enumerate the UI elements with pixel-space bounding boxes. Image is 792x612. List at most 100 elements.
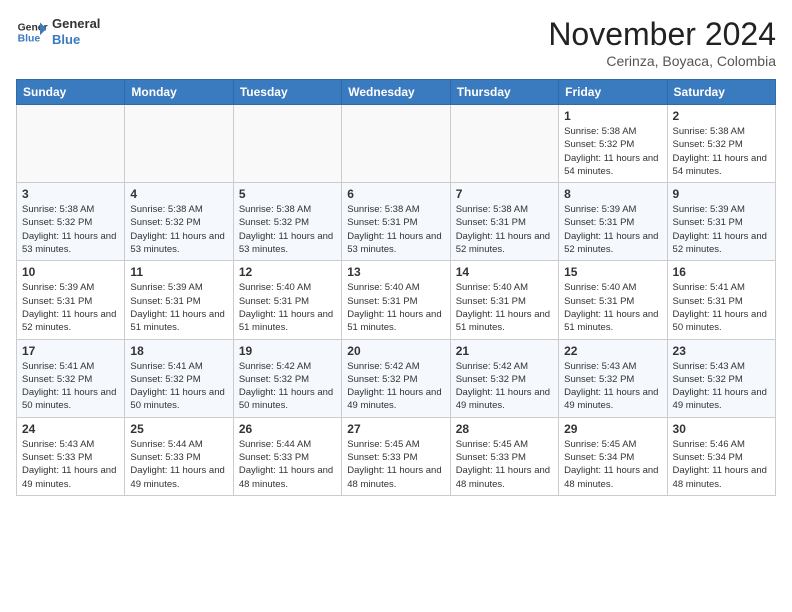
title-block: November 2024 Cerinza, Boyaca, Colombia [548,16,776,69]
day-info: Sunrise: 5:38 AM Sunset: 5:32 PM Dayligh… [130,203,227,256]
week-row-5: 24 Sunrise: 5:43 AM Sunset: 5:33 PM Dayl… [17,417,776,495]
weekday-header-monday: Monday [125,80,233,105]
day-number: 19 [239,344,336,358]
calendar-cell: 24 Sunrise: 5:43 AM Sunset: 5:33 PM Dayl… [17,417,125,495]
calendar-cell: 10 Sunrise: 5:39 AM Sunset: 5:31 PM Dayl… [17,261,125,339]
calendar-cell: 2 Sunrise: 5:38 AM Sunset: 5:32 PM Dayli… [667,105,775,183]
calendar-cell: 29 Sunrise: 5:45 AM Sunset: 5:34 PM Dayl… [559,417,667,495]
day-info: Sunrise: 5:44 AM Sunset: 5:33 PM Dayligh… [239,438,336,491]
day-number: 21 [456,344,553,358]
day-info: Sunrise: 5:38 AM Sunset: 5:31 PM Dayligh… [456,203,553,256]
day-number: 15 [564,265,661,279]
weekday-header-friday: Friday [559,80,667,105]
day-info: Sunrise: 5:42 AM Sunset: 5:32 PM Dayligh… [347,360,444,413]
day-number: 26 [239,422,336,436]
weekday-header-wednesday: Wednesday [342,80,450,105]
calendar-cell [17,105,125,183]
day-info: Sunrise: 5:41 AM Sunset: 5:32 PM Dayligh… [130,360,227,413]
calendar-cell [450,105,558,183]
day-number: 10 [22,265,119,279]
calendar-header: SundayMondayTuesdayWednesdayThursdayFrid… [17,80,776,105]
day-info: Sunrise: 5:42 AM Sunset: 5:32 PM Dayligh… [456,360,553,413]
calendar-cell: 18 Sunrise: 5:41 AM Sunset: 5:32 PM Dayl… [125,339,233,417]
day-info: Sunrise: 5:40 AM Sunset: 5:31 PM Dayligh… [239,281,336,334]
calendar-cell: 15 Sunrise: 5:40 AM Sunset: 5:31 PM Dayl… [559,261,667,339]
day-info: Sunrise: 5:39 AM Sunset: 5:31 PM Dayligh… [564,203,661,256]
weekday-header-tuesday: Tuesday [233,80,341,105]
logo-icon: General Blue [16,16,48,48]
calendar-cell [233,105,341,183]
calendar-cell: 6 Sunrise: 5:38 AM Sunset: 5:31 PM Dayli… [342,183,450,261]
day-info: Sunrise: 5:41 AM Sunset: 5:31 PM Dayligh… [673,281,770,334]
calendar-cell: 17 Sunrise: 5:41 AM Sunset: 5:32 PM Dayl… [17,339,125,417]
calendar-cell: 30 Sunrise: 5:46 AM Sunset: 5:34 PM Dayl… [667,417,775,495]
calendar-cell: 11 Sunrise: 5:39 AM Sunset: 5:31 PM Dayl… [125,261,233,339]
day-number: 4 [130,187,227,201]
calendar-cell: 26 Sunrise: 5:44 AM Sunset: 5:33 PM Dayl… [233,417,341,495]
logo: General Blue General Blue [16,16,100,48]
calendar-cell: 8 Sunrise: 5:39 AM Sunset: 5:31 PM Dayli… [559,183,667,261]
day-number: 20 [347,344,444,358]
location: Cerinza, Boyaca, Colombia [548,53,776,69]
day-info: Sunrise: 5:38 AM Sunset: 5:32 PM Dayligh… [673,125,770,178]
calendar-cell: 22 Sunrise: 5:43 AM Sunset: 5:32 PM Dayl… [559,339,667,417]
weekday-header-thursday: Thursday [450,80,558,105]
day-number: 9 [673,187,770,201]
day-number: 6 [347,187,444,201]
calendar-cell: 20 Sunrise: 5:42 AM Sunset: 5:32 PM Dayl… [342,339,450,417]
calendar-cell: 27 Sunrise: 5:45 AM Sunset: 5:33 PM Dayl… [342,417,450,495]
calendar-cell: 9 Sunrise: 5:39 AM Sunset: 5:31 PM Dayli… [667,183,775,261]
day-number: 8 [564,187,661,201]
day-info: Sunrise: 5:46 AM Sunset: 5:34 PM Dayligh… [673,438,770,491]
day-number: 28 [456,422,553,436]
calendar-cell: 25 Sunrise: 5:44 AM Sunset: 5:33 PM Dayl… [125,417,233,495]
calendar-cell: 4 Sunrise: 5:38 AM Sunset: 5:32 PM Dayli… [125,183,233,261]
day-info: Sunrise: 5:40 AM Sunset: 5:31 PM Dayligh… [456,281,553,334]
day-info: Sunrise: 5:40 AM Sunset: 5:31 PM Dayligh… [564,281,661,334]
day-info: Sunrise: 5:45 AM Sunset: 5:34 PM Dayligh… [564,438,661,491]
day-number: 2 [673,109,770,123]
day-number: 13 [347,265,444,279]
day-number: 7 [456,187,553,201]
weekday-header-row: SundayMondayTuesdayWednesdayThursdayFrid… [17,80,776,105]
logo-text-blue: Blue [52,32,100,48]
day-info: Sunrise: 5:45 AM Sunset: 5:33 PM Dayligh… [347,438,444,491]
day-number: 18 [130,344,227,358]
week-row-1: 1 Sunrise: 5:38 AM Sunset: 5:32 PM Dayli… [17,105,776,183]
day-number: 16 [673,265,770,279]
calendar-cell: 7 Sunrise: 5:38 AM Sunset: 5:31 PM Dayli… [450,183,558,261]
day-info: Sunrise: 5:45 AM Sunset: 5:33 PM Dayligh… [456,438,553,491]
calendar-cell [125,105,233,183]
day-info: Sunrise: 5:44 AM Sunset: 5:33 PM Dayligh… [130,438,227,491]
day-info: Sunrise: 5:39 AM Sunset: 5:31 PM Dayligh… [130,281,227,334]
calendar-cell: 1 Sunrise: 5:38 AM Sunset: 5:32 PM Dayli… [559,105,667,183]
day-number: 1 [564,109,661,123]
calendar-cell: 13 Sunrise: 5:40 AM Sunset: 5:31 PM Dayl… [342,261,450,339]
day-info: Sunrise: 5:43 AM Sunset: 5:32 PM Dayligh… [673,360,770,413]
calendar-cell: 16 Sunrise: 5:41 AM Sunset: 5:31 PM Dayl… [667,261,775,339]
day-number: 5 [239,187,336,201]
day-number: 12 [239,265,336,279]
calendar-table: SundayMondayTuesdayWednesdayThursdayFrid… [16,79,776,496]
calendar-cell [342,105,450,183]
day-info: Sunrise: 5:42 AM Sunset: 5:32 PM Dayligh… [239,360,336,413]
week-row-2: 3 Sunrise: 5:38 AM Sunset: 5:32 PM Dayli… [17,183,776,261]
week-row-4: 17 Sunrise: 5:41 AM Sunset: 5:32 PM Dayl… [17,339,776,417]
week-row-3: 10 Sunrise: 5:39 AM Sunset: 5:31 PM Dayl… [17,261,776,339]
calendar-cell: 5 Sunrise: 5:38 AM Sunset: 5:32 PM Dayli… [233,183,341,261]
day-number: 25 [130,422,227,436]
day-number: 29 [564,422,661,436]
day-info: Sunrise: 5:38 AM Sunset: 5:32 PM Dayligh… [22,203,119,256]
weekday-header-saturday: Saturday [667,80,775,105]
calendar-cell: 28 Sunrise: 5:45 AM Sunset: 5:33 PM Dayl… [450,417,558,495]
day-number: 14 [456,265,553,279]
logo-text-general: General [52,16,100,32]
page-header: General Blue General Blue November 2024 … [16,16,776,69]
svg-text:Blue: Blue [18,34,41,45]
day-number: 17 [22,344,119,358]
month-title: November 2024 [548,16,776,53]
day-info: Sunrise: 5:38 AM Sunset: 5:32 PM Dayligh… [239,203,336,256]
day-number: 23 [673,344,770,358]
day-info: Sunrise: 5:40 AM Sunset: 5:31 PM Dayligh… [347,281,444,334]
calendar-cell: 12 Sunrise: 5:40 AM Sunset: 5:31 PM Dayl… [233,261,341,339]
